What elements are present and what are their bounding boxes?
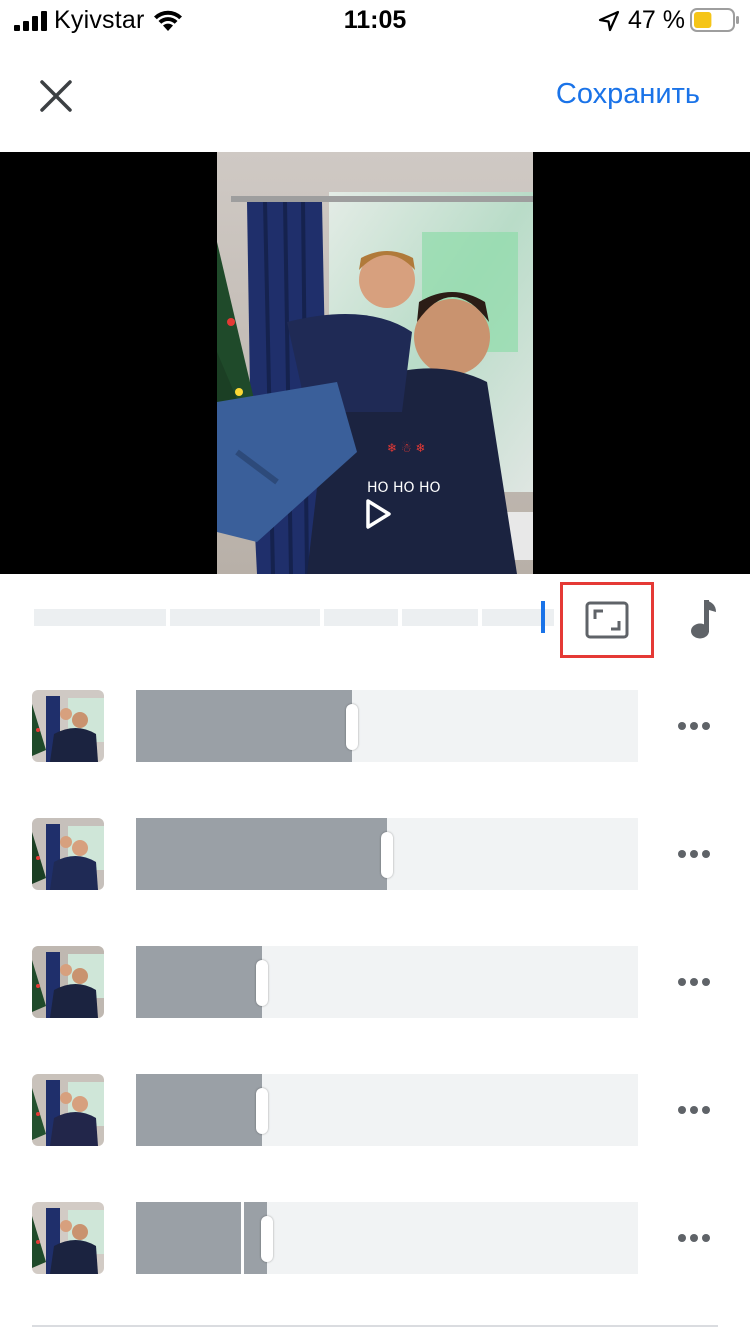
location-arrow-icon <box>598 10 620 32</box>
status-bar: Kyivstar 11:05 47 % <box>0 0 750 42</box>
clip-trim-fill <box>136 690 352 762</box>
clip-row[interactable] <box>0 818 750 890</box>
timeline-segment <box>34 609 166 626</box>
svg-text:❄ ☃ ❄: ❄ ☃ ❄ <box>387 440 426 455</box>
dot-icon <box>702 722 710 730</box>
dot-icon <box>690 978 698 986</box>
dot-icon <box>678 850 686 858</box>
dot-icon <box>690 1106 698 1114</box>
play-icon[interactable] <box>360 496 394 532</box>
clip-trim-fill <box>136 1074 262 1146</box>
clip-thumbnail[interactable] <box>32 818 104 890</box>
battery-percent: 47 % <box>628 6 685 34</box>
clip-split-marker <box>241 1202 244 1274</box>
dot-icon <box>702 978 710 986</box>
timeline-playhead[interactable] <box>541 601 545 633</box>
more-options-icon[interactable] <box>672 1096 716 1124</box>
clip-thumbnail[interactable] <box>32 1074 104 1146</box>
clip-trim-track[interactable] <box>136 946 638 1018</box>
clip-row[interactable] <box>0 946 750 1018</box>
clip-trim-handle[interactable] <box>381 832 393 878</box>
dot-icon <box>690 850 698 858</box>
divider <box>32 1325 718 1327</box>
dot-icon <box>678 1234 686 1242</box>
clip-trim-track[interactable] <box>136 1074 638 1146</box>
more-options-icon[interactable] <box>672 968 716 996</box>
clip-thumbnail[interactable] <box>32 1202 104 1274</box>
clip-trim-fill <box>136 946 262 1018</box>
dot-icon <box>678 978 686 986</box>
clip-trim-fill <box>136 1202 267 1274</box>
timeline-strip[interactable] <box>34 609 554 626</box>
save-button[interactable]: Сохранить <box>556 78 700 111</box>
clip-thumbnail[interactable] <box>32 946 104 1018</box>
timeline-segment <box>402 609 478 626</box>
clip-trim-handle[interactable] <box>261 1216 273 1262</box>
dot-icon <box>702 850 710 858</box>
clip-trim-handle[interactable] <box>256 960 268 1006</box>
battery-icon <box>690 8 739 32</box>
dot-icon <box>678 1106 686 1114</box>
dot-icon <box>690 722 698 730</box>
dot-icon <box>702 1106 710 1114</box>
clip-trim-handle[interactable] <box>346 704 358 750</box>
svg-text:HO HO HO: HO HO HO <box>367 480 441 496</box>
more-options-icon[interactable] <box>672 712 716 740</box>
clip-row[interactable] <box>0 690 750 762</box>
video-preview[interactable]: HO HO HO ❄ ☃ ❄ <box>0 152 750 574</box>
more-options-icon[interactable] <box>672 1224 716 1252</box>
clip-row[interactable] <box>0 1074 750 1146</box>
clip-trim-track[interactable] <box>136 818 638 890</box>
dot-icon <box>702 1234 710 1242</box>
timeline-segment <box>324 609 398 626</box>
clip-trim-handle[interactable] <box>256 1088 268 1134</box>
aspect-ratio-button[interactable] <box>560 582 654 658</box>
timeline-segment <box>170 609 320 626</box>
clip-trim-track[interactable] <box>136 1202 638 1274</box>
more-options-icon[interactable] <box>672 840 716 868</box>
clip-thumbnail[interactable] <box>32 690 104 762</box>
dot-icon <box>690 1234 698 1242</box>
aspect-ratio-icon <box>585 601 629 639</box>
close-icon[interactable] <box>36 76 76 116</box>
dot-icon <box>678 722 686 730</box>
clip-trim-track[interactable] <box>136 690 638 762</box>
clip-trim-fill <box>136 818 387 890</box>
clip-row[interactable] <box>0 1202 750 1274</box>
music-note-icon[interactable] <box>686 598 720 640</box>
